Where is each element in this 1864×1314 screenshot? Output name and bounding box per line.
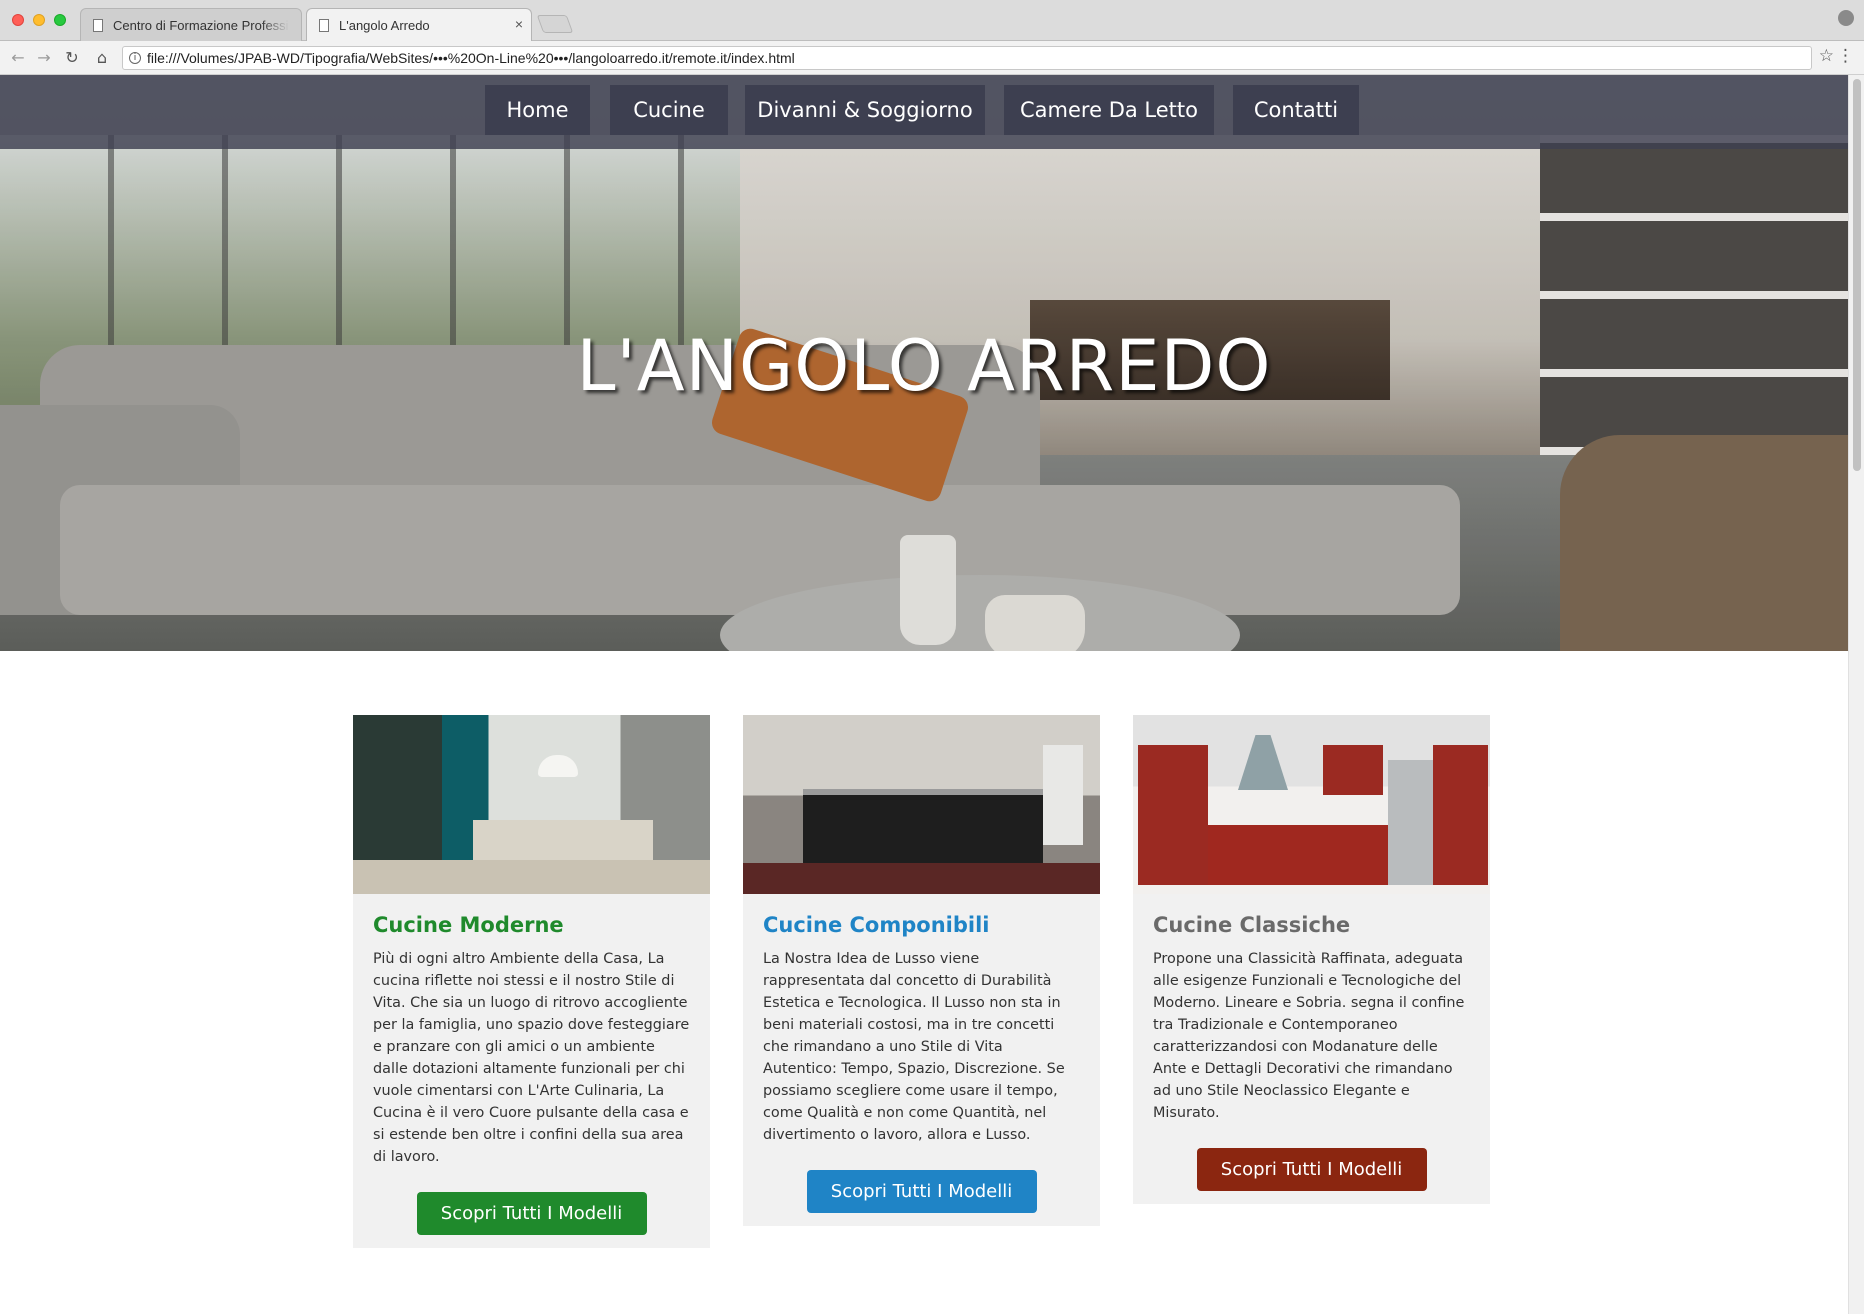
card-image[interactable]	[353, 715, 710, 894]
card-title: Cucine Componibili	[763, 913, 990, 937]
card-cucine-classiche: Cucine Classiche Propone una Classicità …	[1133, 715, 1490, 1204]
card-text: Propone una Classicità Raffinata, adegua…	[1153, 951, 1465, 1121]
page-content: Home Cucine Divanni & Soggiorno Camere D…	[0, 75, 1848, 1314]
hero-banner: Home Cucine Divanni & Soggiorno Camere D…	[0, 75, 1848, 651]
browser-tab-bar: Centro di Formazione Professi L'angolo A…	[0, 0, 1864, 42]
card-text: La Nostra Idea de Lusso viene rappresent…	[763, 951, 1065, 1143]
scrollbar-thumb[interactable]	[1853, 79, 1861, 471]
nav-item-cucine[interactable]: Cucine	[610, 85, 728, 135]
tab-title: L'angolo Arredo	[339, 18, 430, 33]
card-title: Cucine Moderne	[373, 913, 564, 937]
close-window-button[interactable]	[12, 14, 24, 26]
page-icon	[319, 19, 329, 32]
card-cucine-componibili: Cucine Componibili La Nostra Idea de Lus…	[743, 715, 1100, 1226]
card-title: Cucine Classiche	[1153, 913, 1351, 937]
discover-models-button[interactable]: Scopri Tutti I Modelli	[1196, 1148, 1427, 1191]
info-icon[interactable]: i	[129, 52, 141, 64]
reload-icon[interactable]: ↻	[62, 48, 82, 67]
hero-title: L'ANGOLO ARREDO	[576, 325, 1272, 407]
card-text: Più di ogni altro Ambiente della Casa, L…	[373, 951, 690, 1165]
card-image[interactable]	[743, 715, 1100, 894]
new-tab-button[interactable]	[536, 15, 574, 33]
address-bar[interactable]: i file:///Volumes/JPAB-WD/Tipografia/Web…	[122, 46, 1812, 70]
discover-models-button[interactable]: Scopri Tutti I Modelli	[416, 1192, 647, 1235]
main-navigation: Home Cucine Divanni & Soggiorno Camere D…	[0, 75, 1848, 149]
browser-toolbar: ← → ↻ ⌂ i file:///Volumes/JPAB-WD/Tipogr…	[0, 41, 1864, 75]
nav-item-home[interactable]: Home	[485, 85, 590, 135]
card-image[interactable]	[1133, 715, 1490, 894]
browser-tab-1[interactable]: Centro di Formazione Professi	[80, 8, 302, 41]
url-text: file:///Volumes/JPAB-WD/Tipografia/WebSi…	[147, 50, 795, 66]
star-icon[interactable]: ☆	[1819, 46, 1834, 66]
browser-tab-2[interactable]: L'angolo Arredo ×	[306, 8, 532, 42]
kebab-menu-icon[interactable]: ⋮	[1837, 46, 1854, 66]
back-arrow-icon[interactable]: ←	[8, 48, 28, 67]
profile-icon[interactable]	[1838, 10, 1854, 26]
minimize-window-button[interactable]	[33, 14, 45, 26]
discover-models-button[interactable]: Scopri Tutti I Modelli	[806, 1170, 1037, 1213]
nav-item-divanni-soggiorno[interactable]: Divanni & Soggiorno	[745, 85, 985, 135]
nav-item-camere-da-letto[interactable]: Camere Da Letto	[1004, 85, 1214, 135]
close-icon[interactable]: ×	[515, 16, 523, 32]
home-icon[interactable]: ⌂	[92, 48, 112, 67]
page-icon	[93, 19, 103, 32]
card-cucine-moderne: Cucine Moderne Più di ogni altro Ambient…	[353, 715, 710, 1248]
nav-item-contatti[interactable]: Contatti	[1233, 85, 1359, 135]
vertical-scrollbar[interactable]	[1848, 75, 1864, 1314]
forward-arrow-icon[interactable]: →	[34, 48, 54, 67]
zoom-window-button[interactable]	[54, 14, 66, 26]
